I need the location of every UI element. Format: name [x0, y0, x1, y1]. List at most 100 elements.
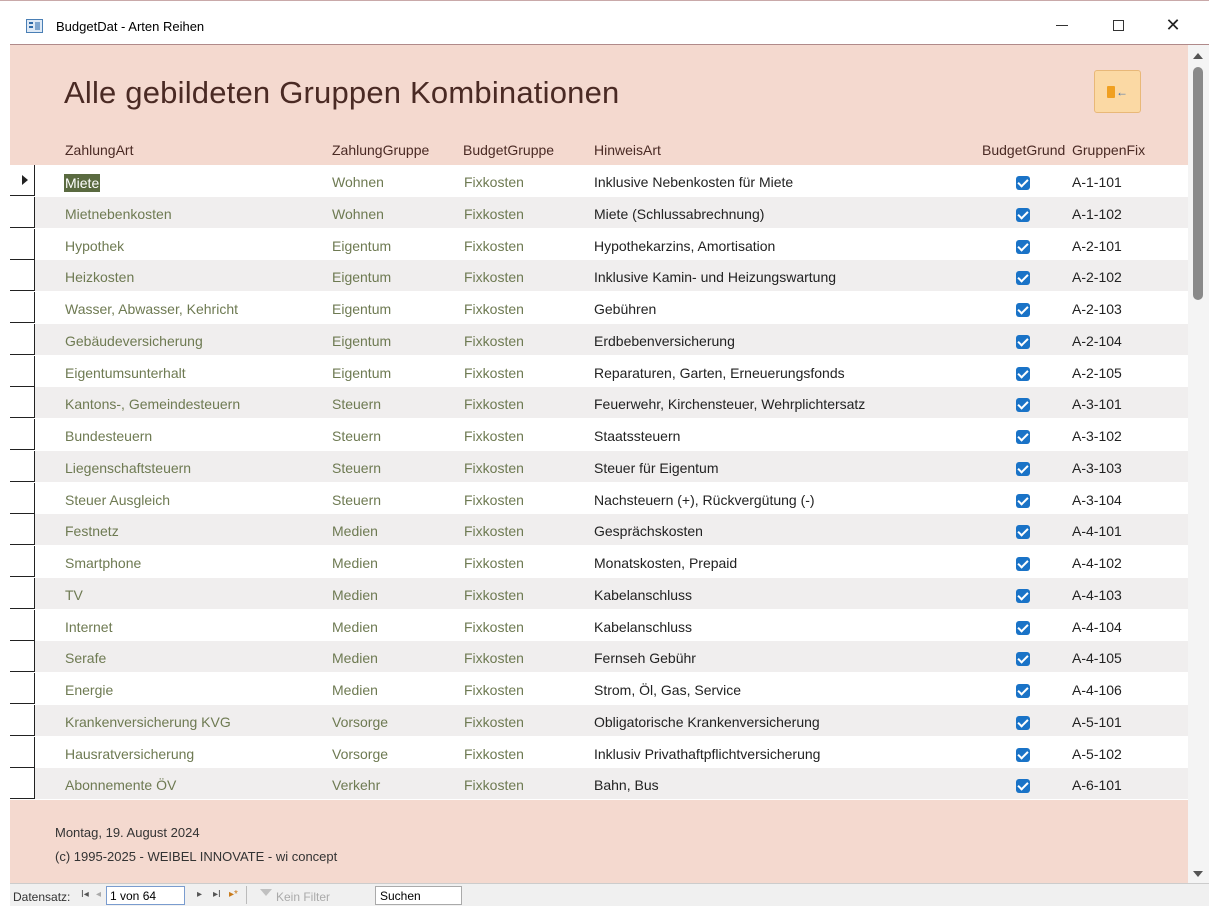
table-row[interactable]: Abonnemente ÖV Verkehr Fixkosten Bahn, Bus A…: [10, 768, 1188, 800]
hinweisart-cell[interactable]: Inklusive Nebenkosten für Miete: [594, 174, 793, 190]
budgetgrund-checkbox[interactable]: [1016, 557, 1030, 571]
zahlunggruppe-cell[interactable]: Eigentum: [332, 301, 391, 317]
zahlunggruppe-cell[interactable]: Steuern: [332, 492, 381, 508]
zahlunggruppe-cell[interactable]: Medien: [332, 619, 378, 635]
hinweisart-cell[interactable]: Reparaturen, Garten, Erneuerungsfonds: [594, 365, 845, 381]
table-row[interactable]: Smartphone Medien Fixkosten Monatskosten, P…: [10, 546, 1188, 577]
zahlungart-cell[interactable]: Smartphone: [65, 555, 141, 571]
table-row[interactable]: TV Medien Fixkosten Kabelanschluss A-4-103: [10, 577, 1188, 609]
table-row[interactable]: Wasser, Abwasser, Kehricht Eigentum Fixkos…: [10, 292, 1188, 323]
record-selector[interactable]: [10, 196, 35, 228]
zahlunggruppe-cell[interactable]: Eigentum: [332, 238, 391, 254]
table-row[interactable]: Liegenschaftsteuern Steuern Fixkosten Steue…: [10, 450, 1188, 482]
next-record-icon[interactable]: ▸: [197, 889, 202, 900]
zahlungart-cell[interactable]: Eigentumsunterhalt: [65, 365, 186, 381]
budgetgruppe-cell[interactable]: Fixkosten: [464, 365, 524, 381]
zahlungart-cell[interactable]: Hypothek: [65, 238, 124, 254]
budgetgruppe-cell[interactable]: Fixkosten: [464, 619, 524, 635]
budgetgruppe-cell[interactable]: Fixkosten: [464, 555, 524, 571]
budgetgrund-checkbox[interactable]: [1016, 620, 1030, 635]
zahlungart-cell[interactable]: Energie: [65, 682, 113, 698]
budgetgrund-checkbox[interactable]: [1016, 176, 1030, 190]
budgetgrund-checkbox[interactable]: [1016, 303, 1030, 317]
table-row[interactable]: Gebäudeversicherung Eigentum Fixkosten Erdb…: [10, 323, 1188, 355]
maximize-button[interactable]: [1098, 11, 1138, 39]
previous-record-icon[interactable]: ◂: [96, 889, 101, 900]
record-selector[interactable]: [10, 768, 35, 800]
zahlunggruppe-cell[interactable]: Steuern: [332, 460, 381, 476]
budgetgruppe-cell[interactable]: Fixkosten: [464, 777, 524, 793]
gruppenfix-cell[interactable]: A-4-105: [1072, 650, 1122, 666]
table-row[interactable]: Serafe Medien Fixkosten Fernseh Gebühr A-4-1…: [10, 641, 1188, 673]
gruppenfix-cell[interactable]: A-2-105: [1072, 365, 1122, 381]
budgetgruppe-cell[interactable]: Fixkosten: [464, 492, 524, 508]
gruppenfix-cell[interactable]: A-5-102: [1072, 746, 1122, 762]
record-selector[interactable]: [10, 387, 35, 419]
zahlungart-cell[interactable]: Abonnemente ÖV: [65, 777, 176, 793]
zahlunggruppe-cell[interactable]: Eigentum: [332, 365, 391, 381]
hinweisart-cell[interactable]: Gesprächskosten: [594, 523, 703, 539]
budgetgrund-checkbox[interactable]: [1016, 493, 1030, 508]
hinweisart-cell[interactable]: Monatskosten, Prepaid: [594, 555, 737, 571]
table-row[interactable]: Festnetz Medien Fixkosten Gesprächskosten A-…: [10, 514, 1188, 546]
zahlunggruppe-cell[interactable]: Vorsorge: [332, 746, 388, 762]
zahlungart-cell[interactable]: Serafe: [65, 650, 106, 666]
close-button[interactable]: ✕: [1153, 11, 1193, 39]
gruppenfix-cell[interactable]: A-2-103: [1072, 301, 1122, 317]
gruppenfix-cell[interactable]: A-1-101: [1072, 174, 1122, 190]
budgetgrund-checkbox[interactable]: [1016, 715, 1030, 730]
hinweisart-cell[interactable]: Gebühren: [594, 301, 656, 317]
hinweisart-cell[interactable]: Fernseh Gebühr: [594, 650, 696, 666]
hinweisart-cell[interactable]: Hypothekarzins, Amortisation: [594, 238, 775, 254]
gruppenfix-cell[interactable]: A-4-104: [1072, 619, 1122, 635]
budgetgruppe-cell[interactable]: Fixkosten: [464, 238, 524, 254]
record-selector[interactable]: [10, 704, 35, 736]
table-row[interactable]: Bundesteuern Steuern Fixkosten Staatssteuer…: [10, 419, 1188, 450]
record-selector[interactable]: [10, 292, 35, 323]
record-selector[interactable]: [10, 673, 35, 704]
table-row[interactable]: Krankenversicherung KVG Vorsorge Fixkosten…: [10, 704, 1188, 736]
current-record-field[interactable]: 1 von 64: [106, 886, 185, 905]
table-row[interactable]: Internet Medien Fixkosten Kabelanschluss A-4…: [10, 609, 1188, 641]
zahlunggruppe-cell[interactable]: Wohnen: [332, 174, 384, 190]
table-row[interactable]: Mietnebenkosten Wohnen Fixkosten Miete (Sch…: [10, 196, 1188, 228]
budgetgrund-checkbox[interactable]: [1016, 461, 1030, 476]
budgetgruppe-cell[interactable]: Fixkosten: [464, 460, 524, 476]
zahlungart-cell[interactable]: Heizkosten: [65, 269, 134, 285]
hinweisart-cell[interactable]: Inklusive Kamin- und Heizungswartung: [594, 269, 836, 285]
zahlunggruppe-cell[interactable]: Medien: [332, 650, 378, 666]
budgetgrund-checkbox[interactable]: [1016, 207, 1030, 222]
record-selector[interactable]: [10, 450, 35, 482]
zahlunggruppe-cell[interactable]: Medien: [332, 682, 378, 698]
table-row[interactable]: Steuer Ausgleich Steuern Fixkosten Nachsteu…: [10, 482, 1188, 514]
zahlungart-cell[interactable]: Internet: [65, 619, 112, 635]
gruppenfix-cell[interactable]: A-4-106: [1072, 682, 1122, 698]
budgetgrund-checkbox[interactable]: [1016, 334, 1030, 349]
table-row[interactable]: Eigentumsunterhalt Eigentum Fixkosten Repar…: [10, 355, 1188, 387]
budgetgruppe-cell[interactable]: Fixkosten: [464, 714, 524, 730]
hinweisart-cell[interactable]: Kabelanschluss: [594, 619, 692, 635]
minimize-button[interactable]: [1042, 11, 1082, 39]
zahlunggruppe-cell[interactable]: Medien: [332, 523, 378, 539]
filter-status[interactable]: Kein Filter: [276, 890, 330, 904]
scroll-up-icon[interactable]: [1193, 53, 1203, 59]
record-selector[interactable]: [10, 165, 35, 196]
table-row[interactable]: Hausratversicherung Vorsorge Fixkosten Inkl…: [10, 736, 1188, 768]
gruppenfix-cell[interactable]: A-5-101: [1072, 714, 1122, 730]
budgetgruppe-cell[interactable]: Fixkosten: [464, 587, 524, 603]
hinweisart-cell[interactable]: Obligatorische Krankenversicherung: [594, 714, 820, 730]
zahlunggruppe-cell[interactable]: Eigentum: [332, 333, 391, 349]
gruppenfix-cell[interactable]: A-1-102: [1072, 206, 1122, 222]
hinweisart-cell[interactable]: Inklusiv Privathaftpflichtversicherung: [594, 746, 820, 762]
gruppenfix-cell[interactable]: A-3-102: [1072, 428, 1122, 444]
record-selector[interactable]: [10, 609, 35, 641]
record-selector[interactable]: [10, 577, 35, 609]
budgetgruppe-cell[interactable]: Fixkosten: [464, 523, 524, 539]
new-record-icon[interactable]: ▸*: [229, 889, 238, 900]
hinweisart-cell[interactable]: Bahn, Bus: [594, 777, 659, 793]
zahlungart-cell[interactable]: Miete: [64, 174, 101, 192]
table-row[interactable]: Miete Wohnen Fixkosten Inklusive Nebenkoste…: [10, 165, 1188, 196]
zahlungart-cell[interactable]: Gebäudeversicherung: [65, 333, 203, 349]
record-selector[interactable]: [10, 260, 35, 292]
budgetgrund-checkbox[interactable]: [1016, 588, 1030, 603]
